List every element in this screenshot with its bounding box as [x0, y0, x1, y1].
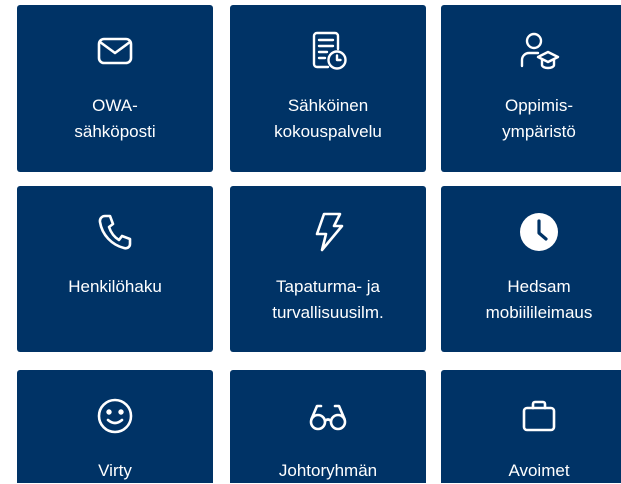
tile-person-search[interactable]: Henkilöhaku — [17, 186, 213, 352]
tile-label: OWA- sähköposti — [74, 96, 156, 141]
tile-learning-environment[interactable]: Oppimis- ympäristö — [441, 5, 621, 172]
tile-label: Virty — [98, 461, 132, 480]
tile-label: Oppimis- ympäristö — [502, 96, 576, 141]
lightning-icon — [306, 210, 350, 254]
tile-label: Hedsam mobiilileimaus — [485, 277, 593, 322]
document-clock-icon — [306, 29, 350, 73]
mail-icon — [93, 29, 137, 73]
tile-label: Johtoryhmän — [278, 461, 378, 480]
tile-electronic-meeting-service[interactable]: Sähköinen kokouspalvelu — [230, 5, 426, 172]
tile-hedsam-mobile-clocking[interactable]: Hedsam mobiilileimaus — [441, 186, 621, 352]
tile-label: Tapaturma- ja turvallisuusilm. — [272, 277, 384, 322]
student-icon — [517, 29, 561, 73]
tile-label: Henkilöhaku — [68, 277, 162, 296]
tile-accident-safety-report[interactable]: Tapaturma- ja turvallisuusilm. — [230, 186, 426, 352]
tile-virty[interactable]: Virty — [17, 370, 213, 483]
clock-icon — [517, 210, 561, 254]
tile-management-team[interactable]: Johtoryhmän — [230, 370, 426, 483]
smiley-icon — [93, 394, 137, 438]
glasses-icon — [306, 394, 350, 438]
tile-label: Avoimet — [508, 461, 570, 480]
quick-links-grid: OWA- sähköposti Sähköinen kokouspalvelu — [0, 0, 621, 483]
tile-open-positions[interactable]: Avoimet — [441, 370, 621, 483]
phone-icon — [93, 210, 137, 254]
tile-owa-email[interactable]: OWA- sähköposti — [17, 5, 213, 172]
tile-label: Sähköinen kokouspalvelu — [274, 96, 382, 141]
briefcase-icon — [517, 394, 561, 438]
